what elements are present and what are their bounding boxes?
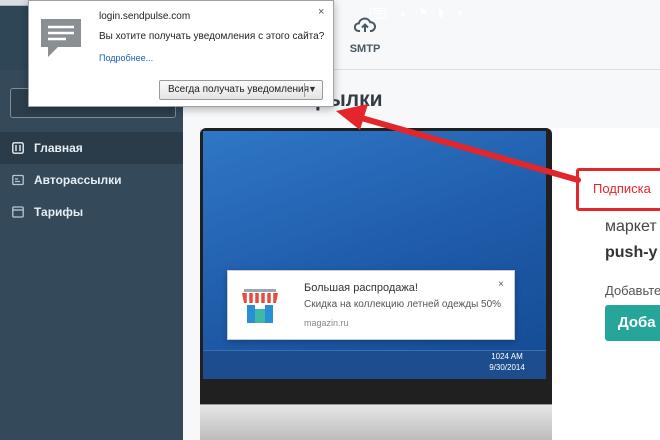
sidebar	[0, 70, 183, 440]
popup-site-name: login.sendpulse.com	[99, 11, 191, 22]
volume-icon: ◖	[457, 8, 464, 19]
tray-time: 1024 AM	[491, 352, 523, 361]
smtp-label: SMTP	[349, 43, 381, 55]
pricing-icon	[12, 206, 24, 218]
button-divider	[304, 83, 305, 97]
keyboard-icon	[370, 8, 386, 23]
network-icon: ▮	[438, 8, 444, 19]
close-icon: ×	[498, 279, 504, 290]
autoresponder-icon	[12, 174, 24, 186]
always-allow-notifications-button[interactable]: Всегда получать уведомления ▼	[159, 80, 323, 100]
promo-line-1: маркет	[605, 218, 657, 235]
button-label: Всегда получать уведомления	[168, 84, 310, 95]
close-icon[interactable]: ×	[318, 6, 324, 18]
laptop-base	[200, 404, 552, 440]
learn-more-link[interactable]: Подробнее...	[99, 53, 153, 63]
add-button[interactable]: Доба	[605, 305, 660, 341]
sidebar-item-home[interactable]: Главная	[0, 132, 183, 164]
tray-date: 9/30/2014	[489, 363, 525, 372]
promo-line-3: Добавьте	[605, 283, 660, 298]
tray-clock: 1024 AM 9/30/2014	[482, 351, 532, 373]
sidebar-item-label: Авторассылки	[34, 173, 122, 187]
sidebar-item-label: Тарифы	[34, 205, 84, 219]
dashboard-icon	[12, 142, 24, 154]
promo-line-2: push-у	[605, 244, 658, 261]
demo-notification-site: magazin.ru	[304, 318, 349, 328]
chevron-up-icon: ▴	[400, 8, 406, 19]
flag-icon: ⚑	[419, 8, 428, 19]
chevron-down-icon[interactable]: ▼	[308, 84, 317, 94]
browser-chrome	[0, 0, 28, 6]
chat-bubble-icon	[38, 16, 84, 67]
sidebar-item-autoresponders[interactable]: Авторассылки	[0, 164, 183, 196]
laptop-screen	[203, 131, 546, 379]
shop-icon	[240, 287, 280, 330]
tab-smtp[interactable]: SMTP	[335, 16, 395, 55]
sidebar-item-pricing[interactable]: Тарифы	[0, 196, 183, 228]
subscription-callout: Подписка	[576, 168, 660, 211]
sidebar-item-label: Главная	[34, 141, 83, 155]
demo-notification-title: Большая распродажа!	[304, 282, 418, 294]
popup-question: Вы хотите получать уведомления с этого с…	[99, 31, 325, 42]
cloud-upload-icon	[353, 17, 376, 38]
demo-notification-body: Скидка на коллекцию летней одежды 50%	[304, 299, 502, 310]
